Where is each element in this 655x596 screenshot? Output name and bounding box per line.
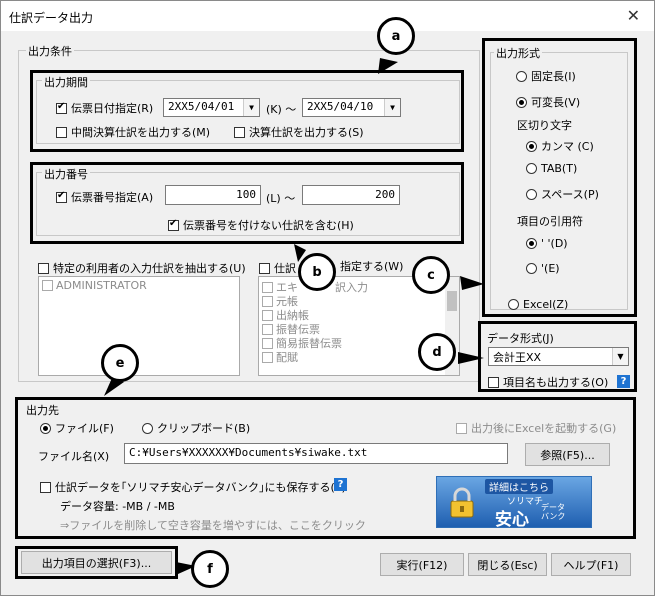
callout-b: b [298, 253, 336, 291]
callout-a: a [377, 17, 415, 55]
callout-d: d [418, 333, 456, 371]
callout-e: e [101, 344, 139, 382]
callout-f: f [191, 550, 229, 588]
callout-pointers [104, 58, 484, 574]
callout-c: c [412, 256, 450, 294]
